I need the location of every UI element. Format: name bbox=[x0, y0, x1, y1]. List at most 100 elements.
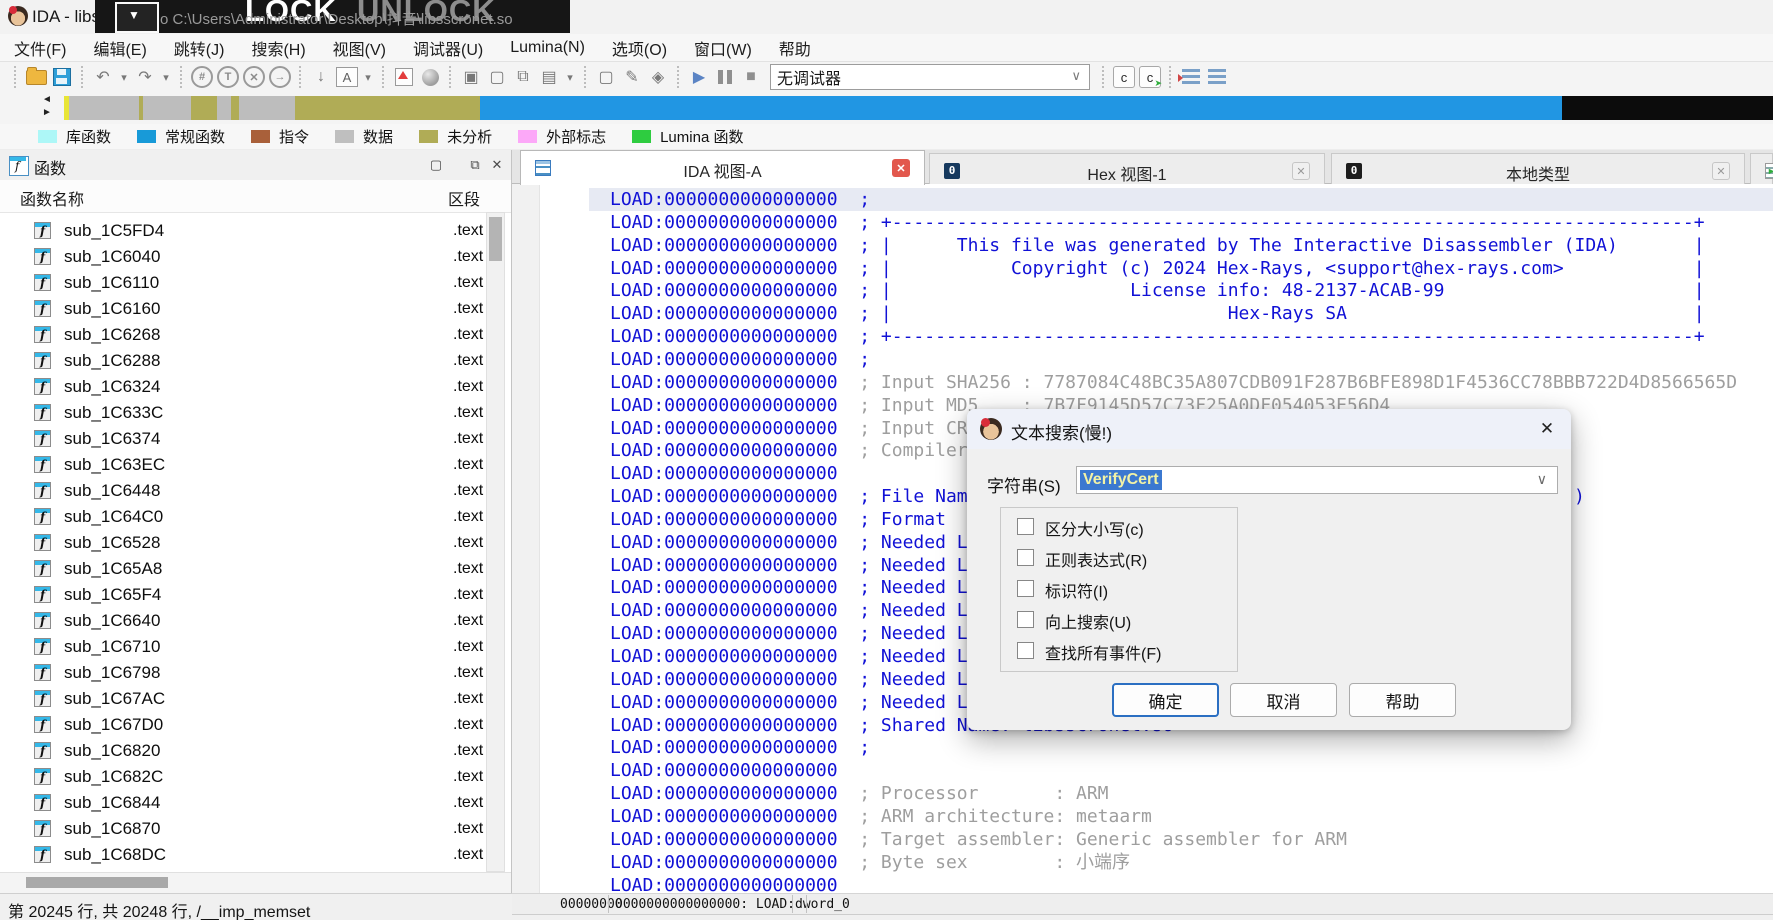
cancel-button[interactable]: 取消 bbox=[1230, 683, 1337, 717]
disassembly-line[interactable]: LOAD:0000000000000000 ; File Name bbox=[610, 485, 978, 508]
open-file-button-icon[interactable] bbox=[25, 66, 47, 88]
function-row[interactable]: sub_1C65A8.text bbox=[0, 556, 484, 582]
jump-back-menu[interactable]: ▾ bbox=[118, 66, 130, 88]
jump-forward-menu[interactable]: ▾ bbox=[160, 66, 172, 88]
disassembly-line[interactable]: LOAD:0000000000000000 ; | Hex-Rays SA | bbox=[610, 302, 1705, 325]
disassembly-line[interactable]: LOAD:0000000000000000 ; Needed Li bbox=[610, 691, 978, 714]
jump-forward-button[interactable]: ↷ bbox=[134, 66, 156, 88]
tab-close-icon[interactable]: ✕ bbox=[892, 159, 910, 177]
function-row[interactable]: sub_1C6160.text bbox=[0, 296, 484, 322]
debugger-selector[interactable]: 无调试器 bbox=[770, 64, 1090, 90]
diamond-button[interactable]: ◈ bbox=[647, 66, 669, 88]
flag-button-icon[interactable] bbox=[393, 66, 415, 88]
list-tool-1-icon[interactable] bbox=[1180, 66, 1202, 88]
strings-menu[interactable]: ▾ bbox=[362, 66, 374, 88]
function-row[interactable]: sub_1C64C0.text bbox=[0, 504, 484, 530]
debug-pause-button-icon[interactable] bbox=[714, 66, 736, 88]
function-row[interactable]: sub_1C65F4.text bbox=[0, 582, 484, 608]
menu-item-7[interactable]: Lumina(N) bbox=[510, 39, 585, 57]
strings-button-icon[interactable]: A bbox=[336, 66, 358, 88]
function-row[interactable]: sub_1C67AC.text bbox=[0, 686, 484, 712]
checkbox-1[interactable] bbox=[1017, 518, 1034, 535]
disassembly-line[interactable]: LOAD:0000000000000000 ; bbox=[610, 348, 870, 371]
disassembly-line[interactable]: LOAD:0000000000000000 ; bbox=[610, 736, 870, 759]
tab-close-icon[interactable]: ✕ bbox=[1292, 162, 1310, 180]
undefine-button-icon[interactable]: ✕ bbox=[243, 66, 265, 88]
list-tool-2-icon[interactable] bbox=[1206, 66, 1228, 88]
menu-item-1[interactable]: 文件(F) bbox=[14, 36, 66, 60]
search-string-combobox[interactable]: VerifyCert bbox=[1076, 466, 1558, 494]
data-button-icon[interactable]: # bbox=[191, 66, 213, 88]
dialog-close-icon[interactable]: ✕ bbox=[1533, 417, 1561, 441]
disassembly-line[interactable]: LOAD:0000000000000000 ; Needed Li bbox=[610, 622, 978, 645]
function-row[interactable]: sub_1C5FD4.text bbox=[0, 218, 484, 244]
function-row[interactable]: sub_1C6110.text bbox=[0, 270, 484, 296]
functions-vertical-scrollbar[interactable] bbox=[486, 212, 505, 872]
text-button-icon[interactable]: T bbox=[217, 66, 239, 88]
overlay-dropdown[interactable] bbox=[115, 2, 159, 33]
function-row[interactable]: sub_1C6040.text bbox=[0, 244, 484, 270]
function-row[interactable]: sub_1C6324.text bbox=[0, 374, 484, 400]
checkbox-2[interactable] bbox=[1017, 549, 1034, 566]
menu-item-9[interactable]: 窗口(W) bbox=[694, 36, 752, 60]
disassembly-line[interactable]: LOAD:0000000000000000 ; Needed Li bbox=[610, 668, 978, 691]
disassembly-line[interactable]: LOAD:0000000000000000 ; +---------------… bbox=[610, 325, 1705, 348]
checkbox-4[interactable] bbox=[1017, 611, 1034, 628]
menu-item-3[interactable]: 跳转(J) bbox=[174, 36, 225, 60]
window-tool-menu[interactable]: ▾ bbox=[564, 66, 576, 88]
menu-item-5[interactable]: 视图(V) bbox=[333, 36, 386, 60]
tab-Hex 视图-1[interactable]: Hex 视图-1✕ bbox=[929, 153, 1325, 184]
disassembly-line[interactable]: LOAD:0000000000000000 ; Input SHA256 : 7… bbox=[610, 371, 1737, 394]
checkbox-3[interactable] bbox=[1017, 580, 1034, 597]
disassembly-line[interactable]: LOAD:0000000000000000 ; Needed Li bbox=[610, 576, 978, 599]
arrow-down-button[interactable]: ↓ bbox=[310, 66, 332, 88]
function-row[interactable]: sub_1C6374.text bbox=[0, 426, 484, 452]
disassembly-line[interactable]: LOAD:0000000000000000 ; Compiler bbox=[610, 439, 968, 462]
function-row[interactable]: sub_1C6268.text bbox=[0, 322, 484, 348]
function-row[interactable]: sub_1C6528.text bbox=[0, 530, 484, 556]
desktop-button[interactable]: ▢ bbox=[595, 66, 617, 88]
function-row[interactable]: sub_1C6448.text bbox=[0, 478, 484, 504]
menu-item-6[interactable]: 调试器(U) bbox=[413, 36, 483, 60]
function-row[interactable]: sub_1C633C.text bbox=[0, 400, 484, 426]
jump-address-button-icon[interactable]: → bbox=[269, 66, 291, 88]
function-row[interactable]: sub_1C67D0.text bbox=[0, 712, 484, 738]
disassembly-line[interactable]: LOAD:0000000000000000 bbox=[610, 759, 838, 782]
column-section[interactable]: 区段 bbox=[448, 186, 484, 210]
function-row[interactable]: sub_1C6640.text bbox=[0, 608, 484, 634]
save-button-icon[interactable] bbox=[51, 66, 73, 88]
menu-item-2[interactable]: 编辑(E) bbox=[93, 36, 146, 60]
window-tool-1[interactable]: ▣ bbox=[460, 66, 482, 88]
tab-close-icon[interactable]: ✕ bbox=[1712, 162, 1730, 180]
lumina-sphere-button-icon[interactable] bbox=[419, 66, 441, 88]
jump-back-button[interactable]: ↶ bbox=[92, 66, 114, 88]
tab-partial[interactable] bbox=[1750, 153, 1773, 184]
scrollbar-thumb[interactable] bbox=[26, 877, 168, 888]
function-row[interactable]: sub_1C68DC.text bbox=[0, 842, 484, 868]
function-row[interactable]: sub_1C6288.text bbox=[0, 348, 484, 374]
function-row[interactable]: sub_1C6870.text bbox=[0, 816, 484, 842]
disassembly-line[interactable]: LOAD:0000000000000000 ; Needed Li bbox=[610, 554, 978, 577]
function-row[interactable]: sub_1C6820.text bbox=[0, 738, 484, 764]
function-row[interactable]: sub_1C63EC.text bbox=[0, 452, 484, 478]
disassembly-line[interactable]: LOAD:0000000000000000 ; | Copyright (c) … bbox=[610, 257, 1705, 280]
disassembly-line[interactable]: LOAD:0000000000000000 bbox=[610, 874, 838, 894]
disassembly-line[interactable]: LOAD:0000000000000000 ; Byte sex : 小端序 bbox=[610, 851, 1130, 874]
navigation-band[interactable] bbox=[64, 96, 1773, 120]
disassembly-line[interactable]: LOAD:0000000000000000 ; Needed Li bbox=[610, 599, 978, 622]
dialog-titlebar[interactable]: 文本搜索(慢!) ✕ bbox=[967, 409, 1571, 449]
function-row[interactable]: sub_1C6710.text bbox=[0, 634, 484, 660]
quick-c-button-icon[interactable]: c bbox=[1113, 66, 1135, 88]
panel-maximize-button[interactable]: ▢ bbox=[427, 156, 445, 174]
function-row[interactable]: sub_1C6844.text bbox=[0, 790, 484, 816]
functions-horizontal-scrollbar[interactable] bbox=[0, 872, 511, 893]
nav-band-up-arrow[interactable]: ◄ bbox=[42, 94, 52, 105]
disassembly-line[interactable]: LOAD:0000000000000000 ; Target assembler… bbox=[610, 828, 1347, 851]
nav-band-down-arrow[interactable]: ► bbox=[42, 107, 52, 118]
disassembly-line[interactable]: LOAD:0000000000000000 bbox=[610, 462, 838, 485]
function-row[interactable]: sub_1C6798.text bbox=[0, 660, 484, 686]
edit-button[interactable]: ✎ bbox=[621, 66, 643, 88]
c-run-button-icon[interactable]: c bbox=[1139, 66, 1161, 88]
disassembly-line[interactable]: LOAD:0000000000000000 ; ARM architecture… bbox=[610, 805, 1152, 828]
disassembly-line[interactable]: LOAD:0000000000000000 ; Needed Li bbox=[610, 645, 978, 668]
